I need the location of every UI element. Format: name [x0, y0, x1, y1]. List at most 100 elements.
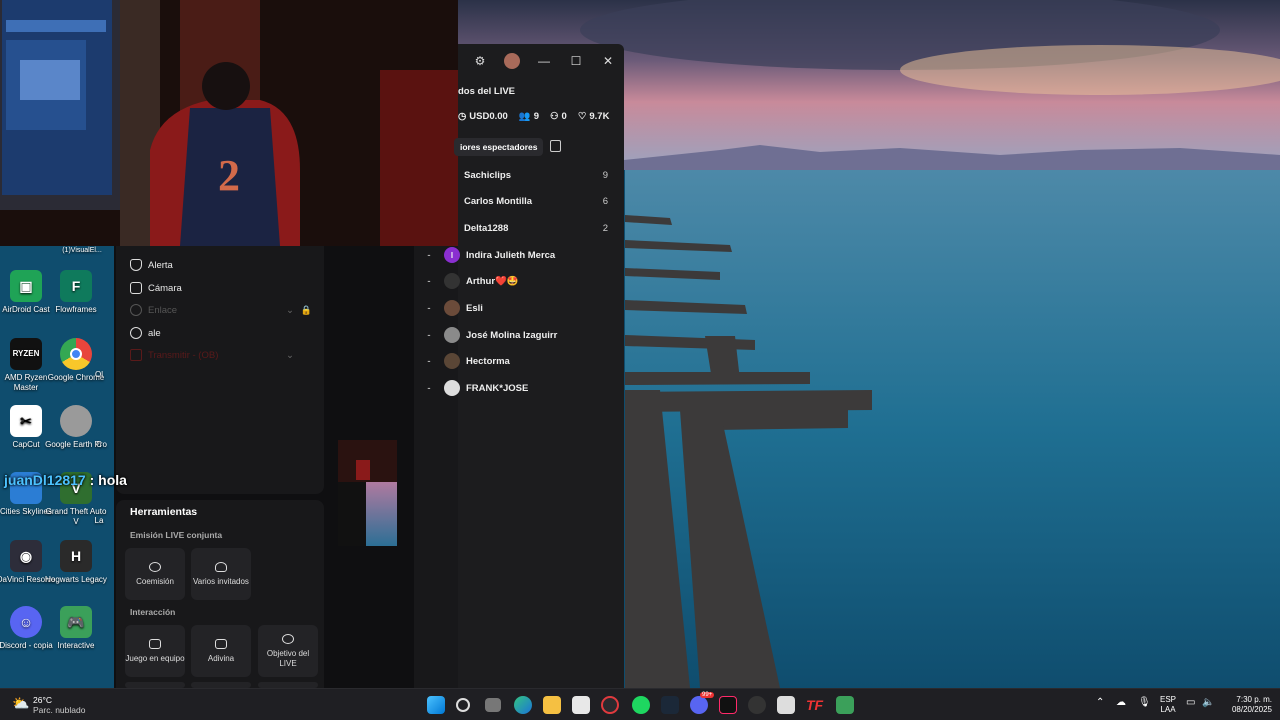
live-goal-tile[interactable]: Objetivo del LIVE — [258, 625, 318, 677]
cohost-section-label: Emisión LIVE conjunta — [130, 530, 223, 540]
avatar — [444, 273, 460, 289]
avatar — [444, 327, 460, 343]
app-icon[interactable] — [777, 696, 795, 714]
menu-item-alerta[interactable]: Alerta — [130, 256, 173, 274]
opera-icon[interactable] — [601, 696, 619, 714]
menu-item-ale[interactable]: ale — [130, 324, 161, 342]
file-explorer-icon[interactable] — [543, 696, 561, 714]
close-button[interactable]: ✕ — [592, 44, 624, 78]
jersey-number: 2 — [218, 151, 240, 200]
lock-icon: 🔒 — [300, 304, 312, 315]
window-title: dos del LIVE — [458, 85, 516, 97]
chat-separator: : — [85, 472, 99, 488]
taskbar: ⛅ 26°C Parc. nublado 99+ TF ⌃ ☁ 🎙 ESP LA… — [0, 688, 1280, 720]
desktop-icon-interactive[interactable]: 🎮 Interactive — [44, 606, 108, 651]
window-titlebar: ⚙ — ☐ ✕ — [458, 44, 624, 78]
store-icon[interactable] — [572, 696, 590, 714]
guess-tile[interactable]: Adivina — [191, 625, 251, 677]
bell-icon — [130, 259, 142, 271]
multi-guest-tile[interactable]: Varios invitados — [191, 548, 251, 600]
tf-app-icon[interactable]: TF — [806, 696, 824, 714]
clock[interactable]: 7:30 p. m. 08/20/2025 — [1222, 689, 1272, 720]
chat-message: juanDl12817 : hola — [4, 472, 127, 488]
ryzen-icon: RYZEN — [10, 338, 42, 370]
webcam-feed: 2 — [0, 0, 458, 246]
target-icon — [282, 633, 294, 644]
chrome-icon — [60, 338, 92, 370]
avatar — [444, 300, 460, 316]
coin-icon: ◷ — [458, 110, 467, 122]
interaction-section-label: Interacción — [130, 607, 176, 617]
list-item[interactable]: Carlos Montilla 6 — [458, 188, 624, 214]
list-item[interactable]: - FRANK*JOSE — [414, 375, 624, 401]
menu-item-transmitir[interactable]: Transmitir - (OB) ⌄ — [130, 346, 294, 364]
desktop-partial-label: (1)VisualEl... — [62, 247, 102, 254]
globe-icon — [130, 327, 142, 339]
list-item[interactable]: Delta1288 2 — [458, 215, 624, 241]
desktop-partial-label: Ol — [95, 370, 103, 379]
windows-start-icon[interactable] — [427, 696, 445, 714]
tools-title: Herramientas — [130, 506, 198, 518]
notification-badge: 99+ — [700, 692, 715, 698]
list-item[interactable]: - Arthur❤️🤩 — [414, 268, 624, 294]
tiktok-icon[interactable] — [719, 696, 737, 714]
edge-icon[interactable] — [514, 696, 532, 714]
google-earth-icon — [60, 405, 92, 437]
tray-chevron-icon[interactable]: ⌃ — [1096, 697, 1104, 708]
task-view-icon[interactable] — [485, 698, 501, 712]
menu-item-camara[interactable]: Cámara — [130, 279, 182, 297]
desktop-icon-hogwarts[interactable]: H Hogwarts Legacy — [44, 540, 108, 585]
network-icon[interactable]: ▭ — [1186, 697, 1195, 708]
capcut-icon: ✂ — [10, 405, 42, 437]
viewers-icon: 👥 — [518, 110, 531, 122]
chat-username: juanDl12817 — [4, 472, 86, 488]
cohost-tile[interactable]: Coemisión — [125, 548, 185, 600]
flowframes-icon: F — [60, 270, 92, 302]
search-icon[interactable] — [456, 698, 470, 712]
weather-icon: ⛅ — [12, 695, 30, 711]
menu-item-enlace[interactable]: Enlace ⌄ 🔒 — [130, 301, 314, 319]
chat-text: hola — [98, 472, 127, 488]
weather-widget[interactable]: 26°C Parc. nublado — [33, 695, 85, 715]
list-item[interactable]: - I Indira Julieth Merca — [414, 242, 624, 268]
link-icon — [130, 304, 142, 316]
list-item[interactable]: - José Molina Izaguirr — [414, 322, 624, 348]
chevron-down-icon: ⌄ — [286, 304, 294, 316]
maximize-button[interactable]: ☐ — [560, 44, 592, 78]
language-indicator[interactable]: ESP LAA — [1158, 689, 1178, 720]
avatar — [444, 353, 460, 369]
avatar — [444, 380, 460, 396]
users-icon — [215, 561, 227, 572]
mic-icon[interactable]: 🎙 — [1138, 697, 1151, 708]
discord-icon[interactable] — [690, 696, 708, 714]
gamepad-icon[interactable] — [836, 696, 854, 714]
list-item[interactable]: - Hectorma — [414, 348, 624, 374]
cloud-icon[interactable]: ☁ — [1116, 697, 1126, 708]
link-rings-icon — [149, 561, 161, 572]
settings-icon[interactable]: ⚙ — [464, 44, 496, 78]
list-item[interactable]: Sachiclips 9 — [458, 162, 624, 188]
guess-icon — [215, 638, 227, 649]
hogwarts-icon: H — [60, 540, 92, 572]
stats-row: ◷ USD0.00 👥 9 ⚇ 0 ♡ 9.7K — [458, 110, 610, 122]
avatar[interactable] — [496, 44, 528, 78]
obs-icon[interactable] — [748, 696, 766, 714]
team-game-tile[interactable]: Juego en equipo — [125, 625, 185, 677]
desktop-icon-flowframes[interactable]: F Flowframes — [44, 270, 108, 315]
desktop-partial-label: La — [94, 516, 104, 525]
minimize-button[interactable]: — — [528, 44, 560, 78]
list-item[interactable]: - Esli — [414, 295, 624, 321]
stream-preview-thumbnail[interactable] — [338, 440, 397, 546]
volume-icon[interactable]: 🔈 — [1202, 697, 1214, 708]
davinci-icon: ◉ — [10, 540, 42, 572]
steam-icon[interactable] — [661, 696, 679, 714]
tab-top-viewers[interactable]: iores espectadores — [454, 138, 544, 156]
heart-icon: ♡ — [577, 110, 587, 122]
joystick-icon — [149, 638, 161, 649]
avatar: I — [444, 247, 460, 263]
airdroid-icon: ▣ — [10, 270, 42, 302]
list-icon[interactable] — [550, 140, 561, 152]
camera-icon — [130, 282, 142, 294]
discord-icon: ☺ — [10, 606, 42, 638]
spotify-icon[interactable] — [632, 696, 650, 714]
